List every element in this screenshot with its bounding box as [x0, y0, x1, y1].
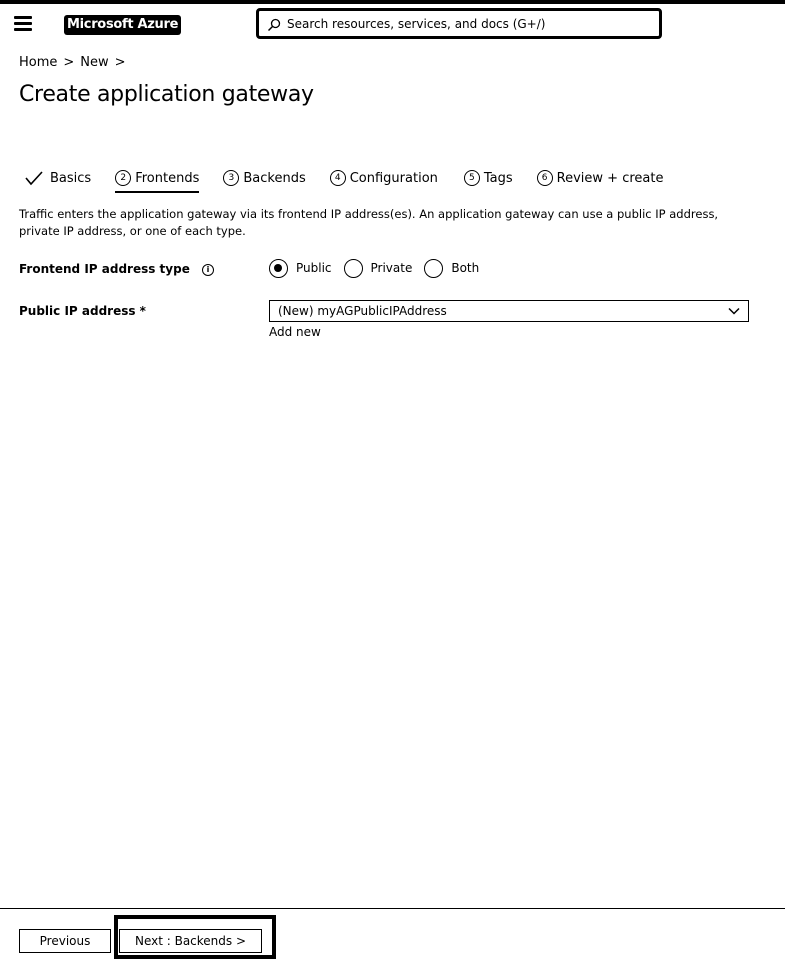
tab-label: Configuration [349, 170, 438, 186]
search-box[interactable] [256, 8, 662, 39]
tab-configuration[interactable]: 4 Configuration [329, 166, 438, 190]
step-number: 3 [223, 170, 240, 186]
footer-divider [0, 908, 785, 909]
tab-label: Backends [243, 170, 306, 186]
tab-frontends[interactable]: 2 Frontends [115, 166, 200, 193]
public-ip-value: (New) myAGPublicIPAddress [278, 304, 447, 318]
add-new-link[interactable]: Add new [269, 325, 321, 339]
public-ip-dropdown[interactable]: (New) myAGPublicIPAddress [269, 300, 749, 322]
ip-type-label-text: Frontend IP address type [19, 262, 190, 276]
page-title: Create application gateway [19, 82, 314, 107]
step-number: 2 [115, 170, 132, 186]
radio-button[interactable] [269, 258, 288, 278]
search-input[interactable] [287, 13, 652, 35]
info-icon[interactable]: i [202, 263, 215, 276]
radio-public[interactable]: Public [269, 258, 332, 278]
ip-type-label: Frontend IP address type i [19, 262, 215, 276]
radio-button[interactable] [424, 258, 444, 278]
breadcrumb-separator: > [63, 55, 75, 70]
tab-review-create[interactable]: 6 Review + create [536, 166, 664, 190]
search-icon [267, 18, 281, 32]
breadcrumb-separator: > [114, 55, 126, 70]
top-border [0, 0, 785, 4]
breadcrumb-new[interactable]: New [80, 55, 108, 70]
radio-label: Private [370, 261, 413, 275]
previous-button[interactable]: Previous [19, 929, 111, 953]
description-text: Traffic enters the application gateway v… [19, 207, 719, 238]
tab-label: Review + create [556, 170, 664, 186]
radio-both[interactable]: Both [424, 258, 480, 278]
hamburger-menu-icon[interactable] [14, 16, 32, 34]
tab-label: Tags [483, 170, 513, 186]
breadcrumb: Home > New > [19, 55, 126, 70]
step-number: 6 [536, 170, 553, 186]
tab-basics[interactable]: Basics [24, 166, 91, 190]
radio-label: Both [451, 261, 480, 275]
tab-backends[interactable]: 3 Backends [223, 166, 306, 190]
radio-label: Public [296, 261, 332, 275]
chevron-down-icon [728, 307, 740, 315]
breadcrumb-home[interactable]: Home [19, 55, 57, 70]
wizard-tabs: Basics 2 Frontends 3 Backends 4 Configur… [24, 163, 663, 193]
brand-logo[interactable]: Microsoft Azure [64, 15, 182, 35]
radio-button[interactable] [343, 258, 363, 278]
step-number: 5 [463, 170, 480, 186]
tab-label: Frontends [135, 170, 200, 186]
step-number: 4 [329, 170, 346, 186]
radio-private[interactable]: Private [343, 258, 413, 278]
tab-label: Basics [50, 170, 92, 186]
top-bar: Microsoft Azure [0, 0, 785, 45]
public-ip-label: Public IP address * [19, 304, 146, 318]
checkmark-icon [25, 171, 43, 186]
tab-tags[interactable]: 5 Tags [463, 166, 513, 190]
ip-type-radio-group: Public Private Both [269, 258, 491, 278]
next-backends-button[interactable]: Next : Backends > [119, 929, 262, 953]
